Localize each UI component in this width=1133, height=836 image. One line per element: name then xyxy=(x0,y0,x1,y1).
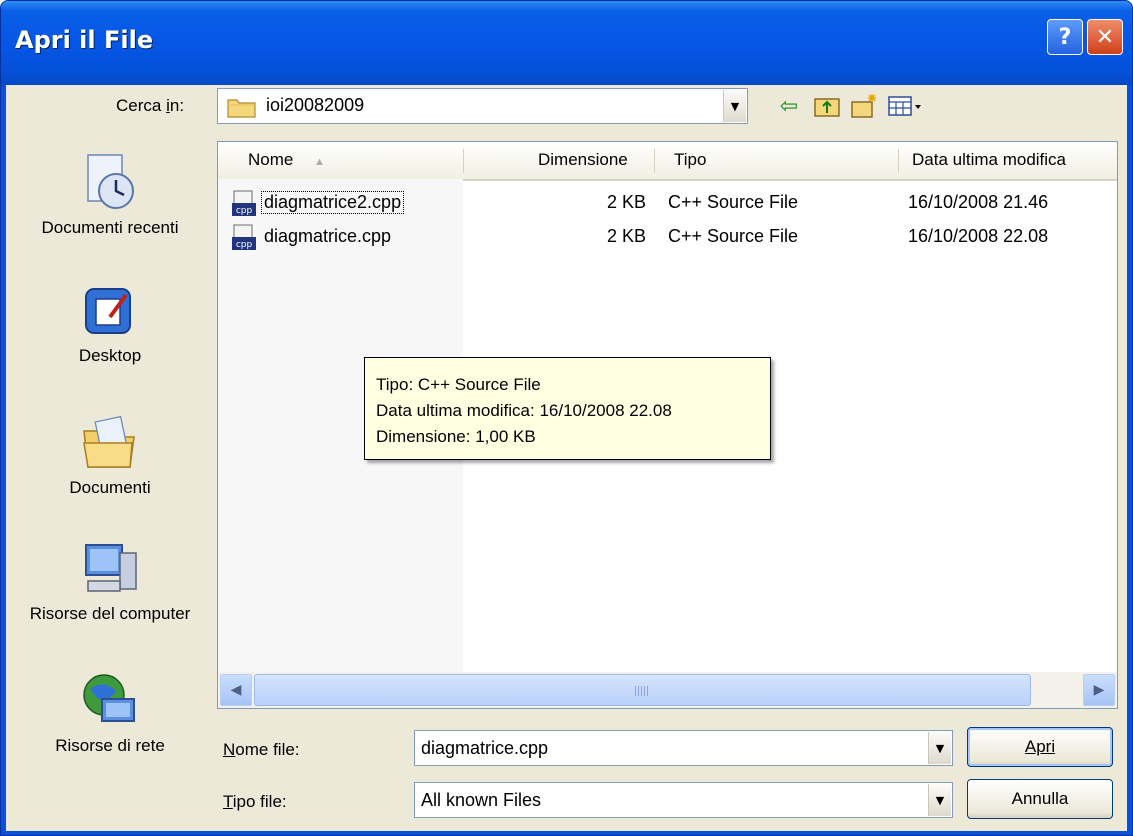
scroll-grip-icon xyxy=(635,686,649,696)
column-dimensione[interactable]: Dimensione xyxy=(538,150,628,170)
place-documenti[interactable]: Documenti xyxy=(14,413,206,498)
lookin-folder-name: ioi20082009 xyxy=(266,95,365,115)
sort-up-icon: ▲ xyxy=(314,156,325,168)
place-risorse-computer[interactable]: Risorse del computer xyxy=(14,539,206,624)
my-computer-icon xyxy=(85,544,137,592)
filename-label: Nome file: xyxy=(223,740,300,759)
filetype-label: Tipo file: xyxy=(223,792,287,811)
file-date: 16/10/2008 22.08 xyxy=(908,226,1049,246)
tooltip-size: Dimensione: 1,00 KB xyxy=(376,427,536,446)
place-label: Risorse di rete xyxy=(55,736,165,755)
scroll-right-icon[interactable]: ▶ xyxy=(1083,674,1115,706)
svg-text:cpp: cpp xyxy=(236,240,253,250)
desktop-icon xyxy=(85,288,131,334)
file-size: 2 KB xyxy=(606,192,646,212)
my-documents-icon xyxy=(83,415,135,468)
folder-icon xyxy=(227,99,256,118)
scroll-left-icon[interactable]: ◀ xyxy=(220,674,252,706)
places-bar: Documenti recenti Desktop Documenti Riso… xyxy=(14,141,206,755)
column-header: Nome ▲ Dimensione Tipo Data ultima modif… xyxy=(218,142,1117,181)
file-row[interactable]: cpp diagmatrice.cpp 2 KB C++ Source File… xyxy=(218,222,1117,254)
close-button[interactable]: ✕ xyxy=(1087,19,1123,55)
new-folder-icon[interactable] xyxy=(850,91,880,121)
place-label: Risorse del computer xyxy=(29,604,191,623)
cancel-button[interactable]: Annulla xyxy=(967,779,1113,819)
tooltip-date: Data ultima modifica: 16/10/2008 22.08 xyxy=(376,401,672,420)
back-arrow-icon[interactable]: ⇦ xyxy=(774,91,804,121)
column-divider[interactable] xyxy=(463,149,464,173)
file-size: 2 KB xyxy=(606,226,646,246)
file-name: diagmatrice.cpp xyxy=(264,226,392,246)
column-divider[interactable] xyxy=(898,149,899,173)
svg-text:cpp: cpp xyxy=(236,206,253,216)
cpp-file-icon: cpp xyxy=(232,190,256,216)
place-label: Documenti recenti xyxy=(41,218,179,237)
network-places-icon xyxy=(83,674,135,722)
column-nome-label: Nome xyxy=(248,150,294,169)
filetype-combo[interactable]: All known Files ▼ xyxy=(414,782,953,818)
title-bar[interactable]: Apri il File ? ✕ xyxy=(1,1,1132,85)
open-file-dialog: Apri il File ? ✕ Cerca in: ioi20082009 ▼… xyxy=(0,0,1133,836)
horizontal-scrollbar[interactable]: ◀ ▶ xyxy=(218,672,1117,708)
place-label: Desktop xyxy=(78,346,142,365)
recent-documents-icon xyxy=(87,154,134,209)
column-data[interactable]: Data ultima modifica xyxy=(912,150,1066,170)
up-folder-icon[interactable] xyxy=(812,91,842,121)
dialog-body: Cerca in: ioi20082009 ▼ ⇦ Documenti rece… xyxy=(6,85,1127,831)
filetype-value: All known Files xyxy=(421,790,542,810)
file-row[interactable]: cpp diagmatrice2.cpp 2 KB C++ Source Fil… xyxy=(218,188,1117,220)
window-title: Apri il File xyxy=(15,26,154,54)
place-documenti-recenti[interactable]: Documenti recenti xyxy=(14,153,206,238)
open-button-label: Apri xyxy=(1024,737,1056,756)
lookin-combo[interactable]: ioi20082009 ▼ xyxy=(217,88,748,124)
file-type: C++ Source File xyxy=(668,192,799,212)
file-date: 16/10/2008 21.46 xyxy=(908,192,1049,212)
cpp-file-icon: cpp xyxy=(232,224,256,250)
lookin-label: Cerca in: xyxy=(116,96,185,115)
file-name: diagmatrice2.cpp xyxy=(260,191,405,214)
file-tooltip: Tipo: C++ Source File Data ultima modifi… xyxy=(364,357,771,460)
chevron-down-icon[interactable]: ▼ xyxy=(928,732,951,764)
filename-input[interactable]: diagmatrice.cpp xyxy=(421,738,548,759)
filename-combo[interactable]: diagmatrice.cpp ▼ xyxy=(414,730,953,766)
scroll-thumb[interactable] xyxy=(254,674,1031,706)
chevron-down-icon[interactable]: ▼ xyxy=(928,784,951,816)
file-type: C++ Source File xyxy=(668,226,799,246)
tooltip-type: Tipo: C++ Source File xyxy=(376,375,541,394)
help-button[interactable]: ? xyxy=(1047,19,1083,55)
column-nome[interactable]: Nome ▲ xyxy=(248,150,325,170)
chevron-down-icon[interactable]: ▼ xyxy=(723,90,746,122)
place-risorse-rete[interactable]: Risorse di rete xyxy=(14,671,206,756)
column-divider[interactable] xyxy=(654,149,655,173)
open-button[interactable]: Apri xyxy=(967,727,1113,767)
place-label: Documenti xyxy=(69,478,151,497)
view-menu-icon[interactable] xyxy=(886,91,926,121)
column-tipo[interactable]: Tipo xyxy=(674,150,706,170)
place-desktop[interactable]: Desktop xyxy=(14,281,206,366)
